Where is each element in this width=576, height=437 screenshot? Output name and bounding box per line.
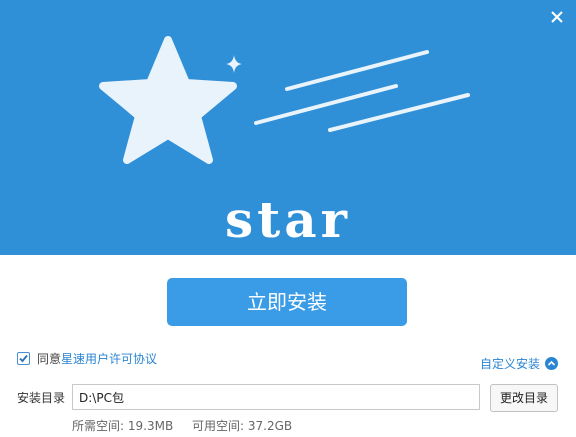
- custom-install-toggle[interactable]: 自定义安装: [480, 355, 558, 371]
- change-dir-button[interactable]: 更改目录: [490, 384, 558, 412]
- install-dir-input[interactable]: [72, 384, 480, 410]
- required-space-label: 所需空间:: [72, 419, 125, 433]
- required-space: 所需空间: 19.3MB: [72, 417, 173, 434]
- available-space: 可用空间: 37.2GB: [192, 417, 292, 434]
- available-space-value: 37.2GB: [247, 419, 293, 433]
- custom-install-label: 自定义安装: [479, 356, 540, 371]
- close-icon: [551, 11, 563, 23]
- available-space-label: 可用空间:: [192, 419, 245, 433]
- close-button[interactable]: [548, 8, 566, 26]
- checkmark-icon: [19, 354, 28, 362]
- brand-name: star: [225, 190, 351, 249]
- header-banner: star: [0, 0, 576, 255]
- installer-window: star 立即安装 同意 星速用户许可协议 自定义安装 安装目录 更改目录 所需…: [0, 0, 576, 437]
- chevron-up-icon: [545, 356, 558, 370]
- license-agreement-link[interactable]: 星速用户许可协议: [61, 350, 157, 367]
- agreement-row: 同意 星速用户许可协议: [17, 349, 157, 367]
- install-now-button[interactable]: 立即安装: [167, 278, 407, 326]
- agree-prefix: 同意: [37, 351, 62, 366]
- required-space-value: 19.3MB: [127, 419, 174, 433]
- install-dir-label: 安装目录: [17, 391, 66, 405]
- agree-checkbox[interactable]: [17, 351, 30, 365]
